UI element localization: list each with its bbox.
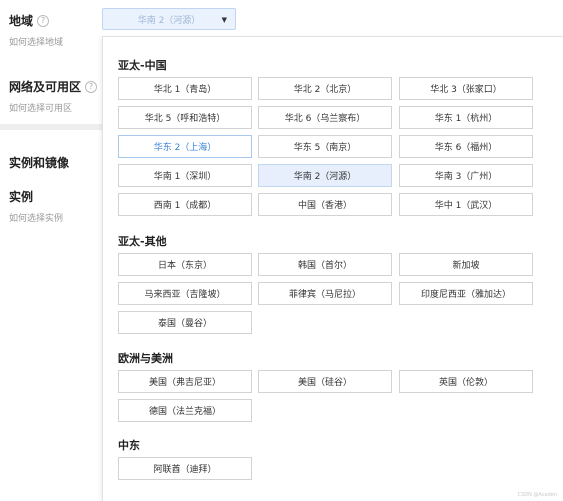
region-group-title: 亚太-其他	[118, 235, 167, 248]
network-label: 网络及可用区 ?	[9, 78, 98, 95]
region-help-link[interactable]: 如何选择地域	[9, 35, 63, 48]
instance-label: 实例	[9, 190, 34, 204]
region-option[interactable]: 日本（东京）	[118, 253, 252, 276]
region-option[interactable]: 阿联酋（迪拜）	[118, 457, 252, 480]
section-divider	[0, 124, 102, 130]
region-label: 地域 ?	[9, 12, 63, 29]
region-option[interactable]: 德国（法兰克福）	[118, 399, 252, 422]
region-option[interactable]: 华东 2（上海）	[118, 135, 252, 158]
region-select-value: 华南 2（河源）	[137, 15, 201, 26]
region-option[interactable]: 华北 3（张家口）	[399, 77, 533, 100]
instance-help-link[interactable]: 如何选择实例	[9, 211, 63, 224]
region-option[interactable]: 华南 3（广州）	[399, 164, 533, 187]
region-option[interactable]: 华东 5（南京）	[258, 135, 392, 158]
instance-image-section: 实例和镜像	[9, 154, 69, 171]
region-field: 地域 ? 如何选择地域	[9, 12, 63, 48]
region-option[interactable]: 韩国（首尔）	[258, 253, 392, 276]
region-option[interactable]: 美国（硅谷）	[258, 370, 392, 393]
region-select[interactable]: 华南 2（河源） ▼	[102, 8, 236, 30]
region-dropdown: 亚太-中国华北 1（青岛） 华北 2（北京） 华北 3（张家口） 华北 5（呼和浩特）…	[102, 36, 563, 501]
region-option[interactable]: 英国（伦敦）	[399, 370, 533, 393]
region-option[interactable]: 中国（香港）	[258, 193, 392, 216]
watermark: CSDN @Acaden	[517, 492, 557, 498]
caret-down-icon: ▼	[221, 16, 227, 24]
region-option[interactable]: 印度尼西亚（雅加达）	[399, 282, 533, 305]
region-option[interactable]: 泰国（曼谷）	[118, 311, 252, 334]
region-option[interactable]: 新加坡	[399, 253, 533, 276]
network-help-link[interactable]: 如何选择可用区	[9, 101, 97, 114]
help-icon[interactable]: ?	[85, 80, 98, 93]
region-option[interactable]: 华北 5（呼和浩特）	[118, 106, 252, 129]
network-field: 网络及可用区 ? 如何选择可用区	[9, 78, 98, 114]
region-group-title: 欧洲与美洲	[118, 352, 173, 365]
region-option[interactable]: 华南 2（河源）	[258, 164, 392, 187]
region-option[interactable]: 马来西亚（吉隆坡）	[118, 282, 252, 305]
region-option[interactable]: 华东 1（杭州）	[399, 106, 533, 129]
region-group-title: 中东	[118, 439, 140, 452]
left-panel: 地域 ? 如何选择地域 网络及可用区 ? 如何选择可用区 实例和镜像 实例 如何…	[0, 0, 102, 500]
region-option[interactable]: 华南 1（深圳）	[118, 164, 252, 187]
region-option[interactable]: 华东 6（福州）	[399, 135, 533, 158]
region-option[interactable]: 华北 1（青岛）	[118, 77, 252, 100]
region-option[interactable]: 西南 1（成都）	[118, 193, 252, 216]
region-option[interactable]: 菲律宾（马尼拉）	[258, 282, 392, 305]
help-icon[interactable]: ?	[37, 14, 50, 27]
region-option[interactable]: 华北 2（北京）	[258, 77, 392, 100]
instance-field: 实例 如何选择实例	[9, 188, 63, 224]
region-group-title: 亚太-中国	[118, 59, 167, 72]
region-option[interactable]: 美国（弗吉尼亚）	[118, 370, 252, 393]
region-option[interactable]: 华北 6（乌兰察布）	[258, 106, 392, 129]
instance-image-title: 实例和镜像	[9, 156, 70, 170]
region-option[interactable]: 华中 1（武汉）	[399, 193, 533, 216]
